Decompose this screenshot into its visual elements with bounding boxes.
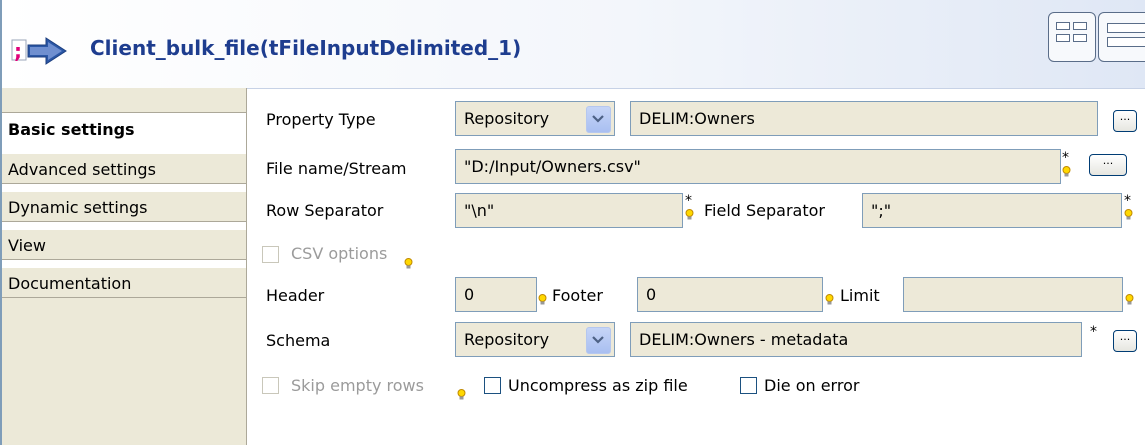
tabs-top-spacer bbox=[2, 88, 246, 113]
lightbulb-icon bbox=[457, 389, 466, 400]
component-title: Client_bulk_file(tFileInputDelimited_1) bbox=[90, 36, 522, 60]
property-type-label: Property Type bbox=[266, 110, 376, 129]
header-input[interactable]: 0 bbox=[455, 277, 537, 312]
tab-view[interactable]: View bbox=[2, 229, 246, 260]
schema-select-value: Repository bbox=[464, 330, 550, 349]
tab-dynamic-settings[interactable]: Dynamic settings bbox=[2, 191, 246, 222]
lightbulb-icon bbox=[1062, 166, 1071, 177]
required-marker: * bbox=[1090, 324, 1097, 340]
uncompress-zip-label: Uncompress as zip file bbox=[508, 376, 688, 395]
chevron-down-icon[interactable] bbox=[586, 327, 611, 354]
schema-edit-button[interactable]: ... bbox=[1113, 330, 1137, 352]
footer-input[interactable]: 0 bbox=[637, 277, 823, 312]
property-type-browse-button[interactable]: ... bbox=[1113, 110, 1137, 132]
field-separator-input[interactable]: ";" bbox=[862, 193, 1122, 228]
svg-text:;: ; bbox=[14, 39, 22, 63]
file-name-browse-button[interactable]: ... bbox=[1089, 154, 1127, 176]
component-header: ; Client_bulk_file(tFileInputDelimited_1… bbox=[0, 0, 1145, 89]
die-on-error-label: Die on error bbox=[764, 376, 860, 395]
tab-basic-settings[interactable]: Basic settings bbox=[2, 113, 249, 144]
csv-options-label: CSV options bbox=[291, 244, 388, 263]
required-marker: * bbox=[1062, 150, 1069, 166]
die-on-error-checkbox[interactable] bbox=[740, 377, 757, 394]
lightbulb-icon bbox=[685, 209, 694, 220]
property-type-value[interactable]: DELIM:Owners bbox=[630, 101, 1098, 136]
required-marker: * bbox=[685, 193, 692, 209]
tab-advanced-settings[interactable]: Advanced settings bbox=[2, 153, 246, 184]
property-type-select[interactable]: Repository bbox=[455, 101, 615, 136]
schema-value[interactable]: DELIM:Owners - metadata bbox=[630, 322, 1082, 357]
schema-label: Schema bbox=[266, 331, 331, 350]
panel-divider bbox=[246, 88, 247, 445]
chevron-down-icon[interactable] bbox=[586, 106, 611, 133]
required-marker: * bbox=[1124, 193, 1131, 209]
skip-empty-rows-checkbox[interactable] bbox=[262, 377, 279, 394]
lightbulb-icon bbox=[538, 294, 547, 305]
tab-documentation[interactable]: Documentation bbox=[2, 267, 246, 298]
schema-select[interactable]: Repository bbox=[455, 322, 615, 357]
delimited-file-component-icon: ; bbox=[11, 37, 67, 65]
header-label: Header bbox=[266, 286, 325, 305]
file-name-input[interactable]: "D:/Input/Owners.csv" bbox=[455, 149, 1061, 184]
footer-label: Footer bbox=[552, 286, 603, 305]
row-separator-label: Row Separator bbox=[266, 201, 384, 220]
skip-empty-rows-label: Skip empty rows bbox=[291, 376, 424, 395]
limit-input[interactable] bbox=[903, 277, 1123, 312]
lightbulb-icon bbox=[1125, 294, 1134, 305]
lightbulb-icon bbox=[1124, 209, 1133, 220]
row-separator-input[interactable]: "\n" bbox=[455, 193, 683, 228]
tabs-empty-area bbox=[2, 298, 246, 445]
file-name-label: File name/Stream bbox=[266, 159, 407, 178]
grid-layout-button[interactable] bbox=[1048, 12, 1096, 62]
list-layout-button[interactable] bbox=[1098, 12, 1145, 62]
property-type-select-value: Repository bbox=[464, 109, 550, 128]
limit-label: Limit bbox=[840, 286, 880, 305]
lightbulb-icon bbox=[825, 294, 834, 305]
csv-options-checkbox[interactable] bbox=[262, 246, 279, 263]
field-separator-label: Field Separator bbox=[704, 201, 825, 220]
uncompress-zip-checkbox[interactable] bbox=[484, 377, 501, 394]
lightbulb-icon bbox=[404, 258, 413, 269]
